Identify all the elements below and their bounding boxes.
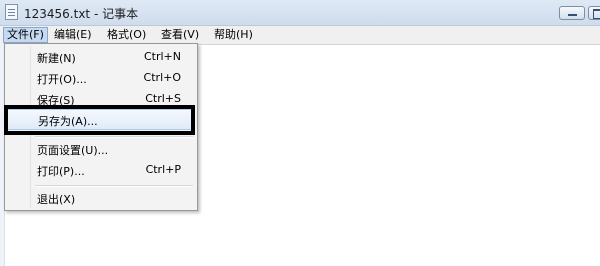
menu-item-shortcut: Ctrl+S — [145, 92, 181, 105]
menu-item-exit[interactable]: 退出(X) — [7, 187, 195, 208]
notepad-icon — [5, 4, 18, 20]
menu-item-label: 退出(X) — [37, 193, 76, 206]
menu-item-print[interactable]: 打印(P)... Ctrl+P — [7, 159, 195, 180]
menu-item-open[interactable]: 打开(O)... Ctrl+O — [7, 67, 195, 88]
menu-view[interactable]: 查看(V) — [158, 27, 202, 43]
menu-item-page-setup[interactable]: 页面设置(U)... — [7, 138, 195, 159]
title-bar[interactable]: 123456.txt - 记事本 — [0, 0, 600, 26]
menu-item-label: 页面设置(U)... — [37, 144, 109, 157]
menu-edit[interactable]: 编辑(E) — [51, 27, 95, 43]
menu-item-label: 打开(O)... — [37, 73, 87, 86]
menu-item-shortcut: Ctrl+N — [143, 50, 181, 63]
menu-item-new[interactable]: 新建(N) Ctrl+N — [7, 46, 195, 67]
menu-help[interactable]: 帮助(H) — [211, 27, 256, 43]
notepad-window: 123456.txt - 记事本 文件(F) 编辑(E) 格式(O) 查看(V)… — [0, 0, 600, 266]
menu-item-label: 新建(N) — [37, 52, 76, 65]
menu-item-shortcut: Ctrl+O — [143, 71, 181, 84]
minimize-button[interactable] — [559, 6, 585, 20]
menu-file[interactable]: 文件(F) — [3, 27, 48, 43]
window-title: 123456.txt - 记事本 — [24, 7, 139, 21]
menu-item-label: 打印(P)... — [37, 165, 85, 178]
menu-item-shortcut: Ctrl+P — [145, 163, 181, 176]
maximize-button[interactable] — [588, 6, 600, 20]
highlight-box — [4, 105, 195, 135]
menu-format[interactable]: 格式(O) — [104, 27, 149, 43]
